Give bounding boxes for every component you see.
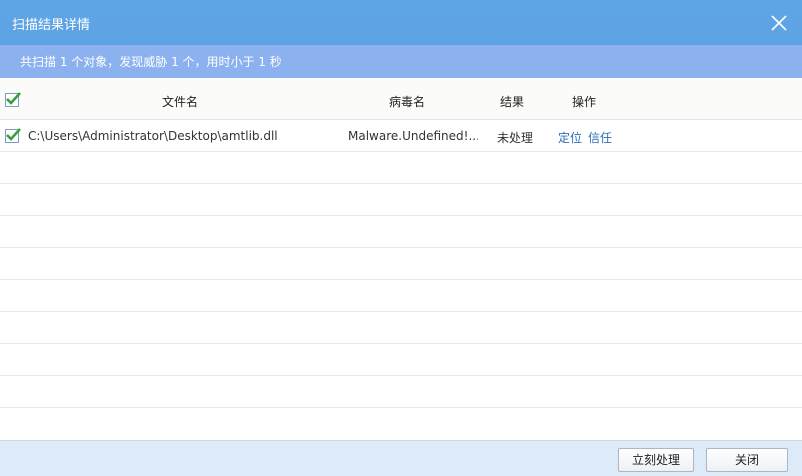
empty-row [0,216,802,248]
row-checkbox[interactable] [5,128,21,143]
dialog-footer: 立刻处理 关闭 [0,440,802,476]
row-virus-name: Malware.Undefined!... [348,129,478,143]
window-title: 扫描结果详情 [12,18,91,33]
trust-link[interactable]: 信任 [588,129,612,146]
results-table: 文件名 病毒名 结果 操作 C:\Users\Administrator\Des… [0,78,802,440]
empty-row [0,344,802,376]
row-filename: C:\Users\Administrator\Desktop\amtlib.dl… [28,129,278,143]
empty-row [0,280,802,312]
checkmark-icon [6,92,21,105]
header-virus-name[interactable]: 病毒名 [389,93,425,110]
header-filename[interactable]: 文件名 [162,93,198,110]
title-bar: 扫描结果详情 [0,0,802,45]
select-all-checkbox[interactable] [5,92,21,107]
empty-row [0,376,802,408]
locate-link[interactable]: 定位 [558,129,582,146]
header-result[interactable]: 结果 [500,93,524,110]
empty-row [0,248,802,280]
close-button[interactable]: 关闭 [706,448,788,472]
close-icon[interactable] [770,14,788,32]
table-row[interactable]: C:\Users\Administrator\Desktop\amtlib.dl… [0,120,802,152]
row-result: 未处理 [497,131,534,145]
checkmark-icon [6,128,21,141]
process-now-button[interactable]: 立刻处理 [618,448,694,472]
table-header: 文件名 病毒名 结果 操作 [0,78,802,120]
scan-summary-bar: 共扫描 1 个对象，发现威胁 1 个，用时小于 1 秒 [0,45,802,78]
empty-row [0,312,802,344]
scan-summary-text: 共扫描 1 个对象，发现威胁 1 个，用时小于 1 秒 [20,55,282,69]
empty-row [0,408,802,440]
empty-row [0,184,802,216]
empty-row [0,152,802,184]
header-action: 操作 [572,95,597,109]
